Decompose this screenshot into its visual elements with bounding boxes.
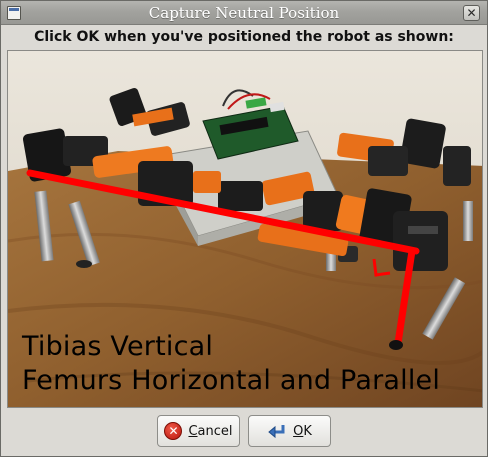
cancel-label-rest: ancel — [197, 423, 233, 439]
instruction-label: Click OK when you've positioned the robo… — [34, 29, 454, 45]
cancel-mnemonic: C — [188, 423, 198, 439]
ok-mnemonic: O — [293, 423, 304, 439]
title-bar[interactable]: Capture Neutral Position ✕ — [1, 1, 487, 25]
dialog-window: Capture Neutral Position ✕ Click OK when… — [0, 0, 488, 457]
window-title: Capture Neutral Position — [148, 4, 340, 22]
ok-return-icon — [267, 422, 287, 440]
ok-button[interactable]: OK — [248, 415, 331, 447]
close-button[interactable]: ✕ — [463, 5, 480, 21]
cancel-icon: ✕ — [164, 422, 183, 440]
ok-label-rest: K — [303, 423, 312, 439]
robot-photo: Tibias Vertical Femurs Horizontal and Pa… — [7, 50, 483, 408]
overlay-text-tibias: Tibias Vertical — [22, 331, 214, 362]
overlay-text-femurs: Femurs Horizontal and Parallel — [22, 365, 441, 396]
cancel-button[interactable]: ✕ Cancel — [157, 415, 240, 447]
ok-button-label: OK — [293, 424, 312, 439]
cancel-button-label: Cancel — [188, 424, 232, 439]
